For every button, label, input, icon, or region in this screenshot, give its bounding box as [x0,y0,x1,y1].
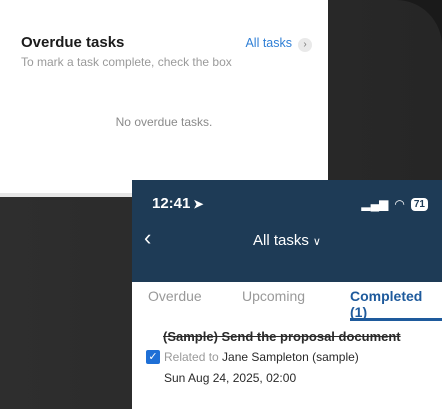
overdue-card-title: Overdue tasks [21,34,125,51]
overdue-card-subtitle: To mark a task complete, check the box [21,55,232,69]
chevron-down-icon: ∨ [312,236,321,248]
chevron-right-icon[interactable]: › [298,38,312,52]
complete-checkbox[interactable]: ✓ [146,350,160,364]
tab-upcoming[interactable]: Upcoming [242,288,305,304]
battery-icon: 71 [410,197,428,211]
tab-bar: Overdue Upcoming Completed (1) [132,282,442,323]
task-related: Related to Jane Sampleton (sample) [164,350,359,364]
location-arrow-icon: ➤ [193,197,204,211]
related-prefix: Related to [164,350,219,364]
status-icons: ▂▄▆ ◠ 71 [361,197,428,211]
status-time-text: 12:41 [152,195,191,212]
all-tasks-link[interactable]: All tasks [245,36,292,50]
signal-icon: ▂▄▆ [361,197,389,211]
nav-title-dropdown[interactable]: All tasks ∨ [132,232,442,249]
task-due-date: Sun Aug 24, 2025, 02:00 [164,371,297,385]
phone-screen: 12:41 ➤ ▂▄▆ ◠ 71 ‹ All tasks ∨ Overdue Upc… [132,180,442,409]
wifi-icon: ◠ [394,197,405,211]
active-tab-indicator [350,318,442,321]
app-header: 12:41 ➤ ▂▄▆ ◠ 71 ‹ All tasks ∨ [132,180,442,282]
task-name: (Sample) Send the proposal document [163,329,401,344]
tab-completed[interactable]: Completed (1) [350,288,442,320]
nav-title-text: All tasks [253,232,309,249]
task-item[interactable]: (Sample) Send the proposal document ✓ Re… [132,322,442,409]
status-time: 12:41 ➤ [152,195,203,212]
tab-overdue[interactable]: Overdue [148,288,202,304]
overdue-tasks-card: Overdue tasks To mark a task complete, c… [0,0,328,197]
empty-state-message: No overdue tasks. [115,115,213,129]
related-contact[interactable]: Jane Sampleton (sample) [222,350,359,364]
